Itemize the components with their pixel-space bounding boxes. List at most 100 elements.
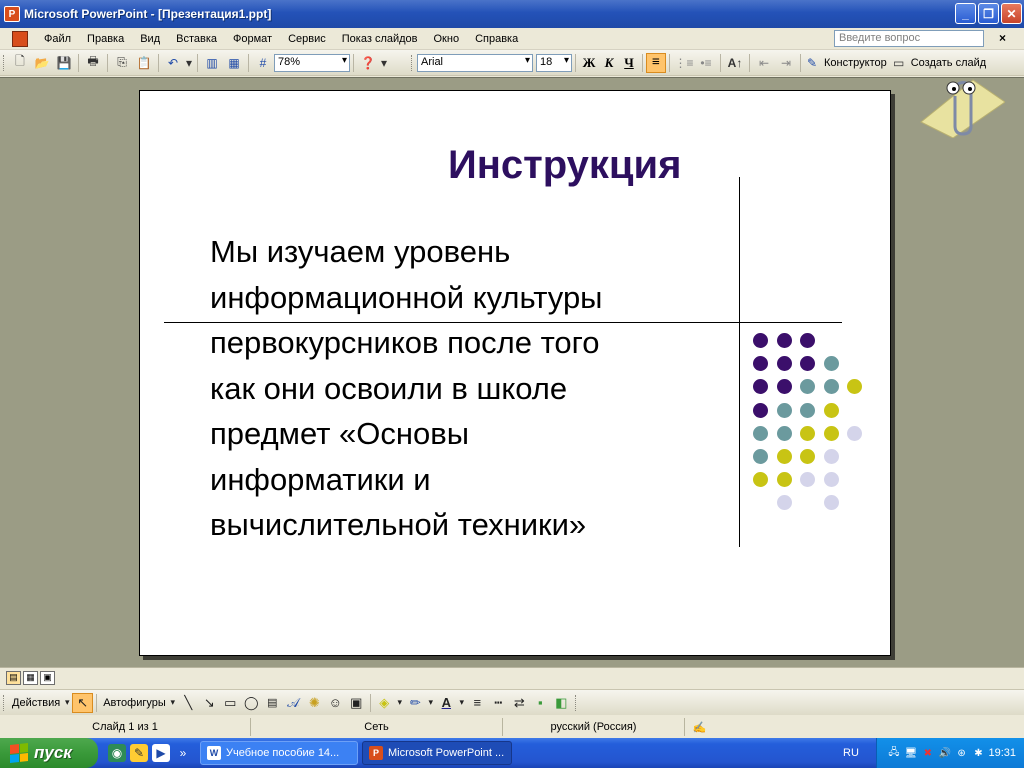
increase-font-icon[interactable]: A↑ [724,53,746,73]
dash-style-icon[interactable]: ┅ [488,693,509,713]
fill-color-icon[interactable]: ◈ [374,693,395,713]
decorative-dot-grid [753,333,873,523]
insert-table-icon[interactable]: ▦ [223,53,245,73]
copy-icon[interactable]: ⎘ [111,53,133,73]
fill-color-dropdown-icon[interactable]: ▾ [395,693,405,713]
italic-button[interactable]: К [599,53,619,73]
actions-dropdown-icon[interactable]: ▾ [62,693,72,713]
open-folder-icon[interactable]: 📂 [31,53,53,73]
security-icon[interactable]: ⊛ [955,746,969,760]
menu-slideshow[interactable]: Показ слайдов [334,31,426,47]
normal-view-icon[interactable]: ▤ [6,670,21,685]
office-assistant-paperclip-icon[interactable] [913,72,1005,138]
paste-icon[interactable]: 📋 [133,53,155,73]
document-icon[interactable] [12,30,28,47]
new-document-icon[interactable]: 🗋 [9,53,31,73]
actions-menu[interactable]: Действия [9,697,62,709]
line-style-icon[interactable]: ≡ [467,693,488,713]
start-button[interactable]: пуск [0,738,98,768]
document-close-button[interactable]: × [999,31,1006,45]
toolbar-grip[interactable] [411,54,414,71]
close-button[interactable]: ✕ [1001,3,1022,24]
decrease-indent-icon[interactable]: ⇤ [753,53,775,73]
powerpoint-app-icon[interactable]: P [4,6,20,22]
arrow-icon[interactable]: ↘ [199,693,220,713]
taskbar-task-powerpoint[interactable]: P Microsoft PowerPoint ... [362,741,512,765]
font-color-dropdown-icon[interactable]: ▾ [457,693,467,713]
autoshapes-dropdown-icon[interactable]: ▾ [168,693,178,713]
new-slide-button[interactable]: Создать слайд [907,57,990,69]
minimize-button[interactable]: _ [955,3,976,24]
menu-view[interactable]: Вид [132,31,168,47]
bulleted-list-icon[interactable]: •≡ [695,53,717,73]
shadow-style-icon[interactable]: ▪ [530,693,551,713]
bold-button[interactable]: Ж [579,53,599,73]
help-icon[interactable]: ❓ [357,53,379,73]
quicklaunch-more-icon[interactable]: » [174,744,192,762]
undo-dropdown-icon[interactable]: ▾ [184,53,194,73]
bug-icon[interactable]: ✱ [972,746,986,760]
underline-button[interactable]: Ч [619,53,639,73]
monitor-icon[interactable]: 🖥 [904,746,918,760]
print-icon[interactable]: 🖶 [82,53,104,73]
font-name-select[interactable]: Arial [417,53,533,72]
wordart-icon[interactable]: 𝒜 [283,693,304,713]
help-search-input[interactable]: Введите вопрос [834,30,984,47]
menu-tools[interactable]: Сервис [280,31,334,47]
align-left-icon[interactable]: ≡ [646,52,666,73]
menu-help[interactable]: Справка [467,31,526,47]
autoshapes-menu[interactable]: Автофигуры [100,697,168,709]
rectangle-icon[interactable]: ▭ [220,693,241,713]
menu-edit[interactable]: Правка [79,31,132,47]
help-dropdown-icon[interactable]: ▾ [379,53,389,73]
taskbar-task-word[interactable]: W Учебное пособие 14... [200,741,358,765]
designer-icon[interactable]: ✎ [804,53,820,73]
font-color-icon[interactable]: A [436,693,457,713]
diagram-icon[interactable]: ✺ [304,693,325,713]
network-icon[interactable]: 🖧 [887,746,901,760]
grid-icon[interactable]: # [252,53,274,73]
numbered-list-icon[interactable]: ⋮≡ [673,53,695,73]
zoom-select[interactable]: 78% [274,53,350,72]
line-color-dropdown-icon[interactable]: ▾ [426,693,436,713]
designer-button[interactable]: Конструктор [820,57,891,69]
quicklaunch-globe-icon[interactable]: ◉ [108,744,126,762]
slideshow-view-icon[interactable]: ▣ [40,670,55,685]
language-indicator[interactable]: RU [837,745,865,761]
slide-title[interactable]: Инструкция [448,143,681,188]
slide-canvas[interactable]: Инструкция Мы изучаем уровень информацио… [139,90,891,656]
slide-body-text[interactable]: Мы изучаем уровень информационной культу… [210,229,710,548]
menu-file[interactable]: Файл [36,31,79,47]
menu-insert[interactable]: Вставка [168,31,225,47]
picture-icon[interactable]: ▣ [346,693,367,713]
menu-format[interactable]: Формат [225,31,280,47]
3d-style-icon[interactable]: ◧ [551,693,572,713]
increase-indent-icon[interactable]: ⇥ [775,53,797,73]
insert-chart-icon[interactable]: ▥ [201,53,223,73]
speaker-icon[interactable]: 🔊 [938,746,952,760]
new-slide-icon[interactable]: ▭ [891,53,907,73]
select-pointer-icon[interactable]: ↖ [72,692,94,713]
decorative-dot [753,379,768,395]
oval-icon[interactable]: ◯ [241,693,262,713]
line-icon[interactable]: ╲ [178,693,199,713]
quicklaunch-media-icon[interactable]: ▶ [152,744,170,762]
decorative-dot [847,425,862,441]
quicklaunch-pen-icon[interactable]: ✎ [130,744,148,762]
line-color-icon[interactable]: ✏ [405,693,426,713]
save-icon[interactable]: 💾 [53,53,75,73]
slide-sorter-icon[interactable]: ▦ [23,670,38,685]
clipart-icon[interactable]: ☺ [325,693,346,713]
toolbar-separator [749,53,750,72]
textbox-icon[interactable]: ▤ [262,693,283,713]
toolbar-grip[interactable] [3,694,6,711]
toolbar-grip[interactable] [3,54,6,71]
spellcheck-icon[interactable]: ✍ [684,718,714,736]
toolbar-grip[interactable] [574,694,578,711]
arrow-style-icon[interactable]: ⇄ [509,693,530,713]
font-size-select[interactable]: 18 [536,53,572,72]
restore-button[interactable]: ❐ [978,3,999,24]
undo-icon[interactable]: ↶ [162,53,184,73]
menu-window[interactable]: Окно [426,31,468,47]
antivirus-icon[interactable]: ✖ [921,746,935,760]
